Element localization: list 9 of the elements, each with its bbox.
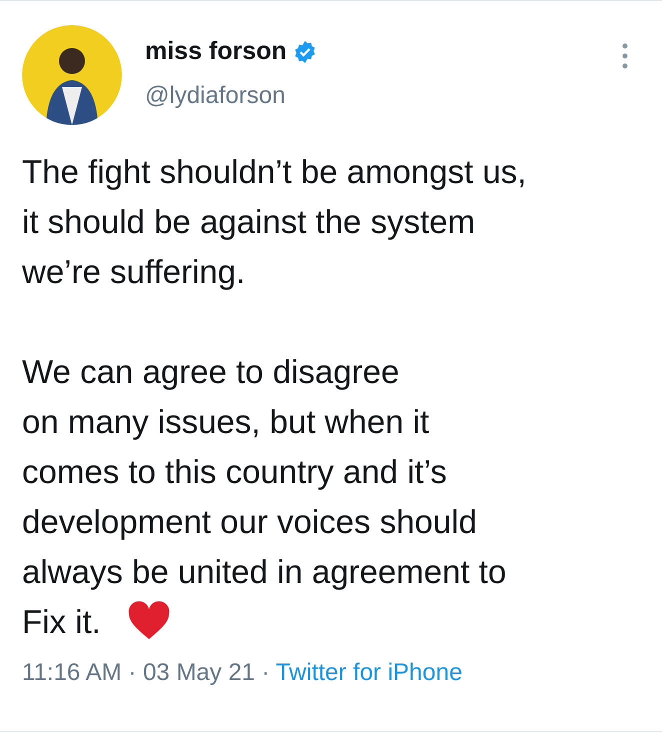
author-name[interactable]: miss forson: [145, 37, 287, 66]
tweet-text: We can agree to disagree on many issues, but when it comes to this country and it’s development our voices should always be united in agreement to Fix it.: [22, 352, 508, 643]
heart-icon: [126, 601, 171, 641]
more-icon[interactable]: [622, 43, 628, 69]
tweet-timestamp: 11:16 AM · 03 May 21 ·: [22, 659, 270, 686]
author-handle[interactable]: @lydiaforson: [145, 82, 622, 110]
avatar[interactable]: [22, 25, 122, 125]
source-link[interactable]: Twitter for iPhone: [276, 659, 462, 686]
tweet-text: The fight shouldn’t be amongst us, it should be against the system we’re suffering.: [22, 152, 528, 292]
